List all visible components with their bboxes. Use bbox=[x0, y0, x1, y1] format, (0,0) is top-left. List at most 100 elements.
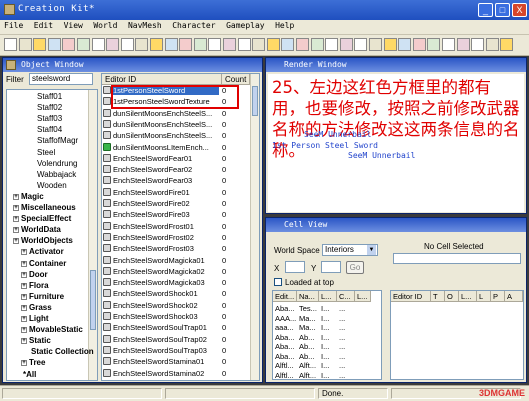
tree-item[interactable]: + Tree bbox=[21, 358, 45, 368]
grid-cell[interactable]: Ab... bbox=[299, 352, 319, 361]
tree-item[interactable]: + Furniture bbox=[21, 292, 64, 302]
grid-cell[interactable]: Aba... bbox=[275, 342, 297, 351]
toolbar-button-icon[interactable] bbox=[442, 38, 455, 51]
toolbar-button-icon[interactable] bbox=[237, 38, 251, 51]
toolbar-button-icon[interactable] bbox=[281, 38, 295, 51]
grid-cell[interactable]: I... bbox=[321, 352, 337, 361]
expand-icon[interactable]: + bbox=[13, 205, 19, 211]
tree-item[interactable]: Staff03 bbox=[37, 114, 62, 124]
column-header[interactable]: C... bbox=[337, 291, 355, 302]
grid-cell[interactable]: Ma... bbox=[299, 323, 319, 332]
list-item[interactable]: EnchSteelSwordFire02 0 bbox=[102, 199, 250, 208]
toolbar-button-icon[interactable] bbox=[296, 38, 309, 51]
toolbar-button-icon[interactable] bbox=[456, 38, 470, 51]
grid-cell[interactable]: aaa... bbox=[275, 323, 297, 332]
tree-item[interactable]: + MovableStatic bbox=[21, 325, 83, 335]
toolbar-button-icon[interactable] bbox=[33, 38, 47, 51]
grid-cell[interactable]: I... bbox=[321, 371, 337, 380]
expand-icon[interactable]: + bbox=[13, 227, 19, 234]
grid-cell[interactable]: Alft... bbox=[299, 371, 319, 380]
toolbar-button-icon[interactable] bbox=[106, 38, 120, 51]
grid-cell[interactable]: I... bbox=[321, 304, 337, 313]
x-input[interactable] bbox=[285, 261, 305, 273]
list-item[interactable]: EnchSteelSwordShock02 0 bbox=[102, 300, 250, 310]
list-item[interactable]: EnchSteelSwordSoulTrap01 0 bbox=[102, 323, 250, 332]
close-button[interactable]: X bbox=[512, 3, 527, 17]
tree-item[interactable]: Staff04 bbox=[37, 125, 62, 135]
expand-icon[interactable]: + bbox=[21, 260, 27, 267]
menu-help[interactable]: Help bbox=[271, 20, 298, 30]
list-item[interactable]: EnchSteelSwordStamina01 0 bbox=[102, 357, 250, 366]
toolbar-button-icon[interactable] bbox=[471, 38, 485, 51]
grid-cell[interactable]: ... bbox=[339, 323, 355, 332]
grid-cell[interactable]: Alftl... bbox=[275, 361, 297, 370]
list-item[interactable]: EnchSteelSwordFear01 0 bbox=[102, 153, 250, 163]
toolbar-button-icon[interactable] bbox=[339, 38, 353, 51]
toolbar-button-icon[interactable] bbox=[266, 38, 280, 51]
toolbar-button-icon[interactable] bbox=[91, 38, 105, 51]
list-item[interactable]: EnchSteelSwordMagicka02 0 bbox=[102, 266, 250, 276]
grid-cell[interactable]: ... bbox=[339, 342, 355, 351]
object-ref-list[interactable]: Editor ID T O L... L P A bbox=[390, 290, 524, 380]
tree-item[interactable]: + Activator bbox=[21, 247, 64, 257]
column-header[interactable]: P bbox=[491, 291, 505, 302]
loaded-at-top-checkbox[interactable] bbox=[274, 278, 282, 286]
tree-item[interactable]: + WorldObjects bbox=[13, 236, 73, 246]
tree-item[interactable]: Static Collection bbox=[21, 347, 94, 357]
column-header[interactable]: T bbox=[431, 291, 445, 302]
toolbar-button-icon[interactable] bbox=[164, 38, 178, 51]
column-header[interactable]: L... bbox=[459, 291, 477, 302]
expand-icon[interactable]: + bbox=[21, 327, 27, 334]
list-item[interactable]: EnchSteelSwordFire03 0 bbox=[102, 210, 250, 219]
grid-cell[interactable]: ... bbox=[339, 352, 355, 361]
grid-cell[interactable]: Tes... bbox=[299, 304, 319, 313]
tree-scroll-thumb[interactable] bbox=[90, 270, 96, 330]
toolbar-button-icon[interactable] bbox=[150, 38, 163, 51]
toolbar-button-icon[interactable] bbox=[325, 38, 339, 51]
column-editor-id[interactable]: Editor ID bbox=[102, 74, 222, 85]
list-item[interactable]: EnchSteelSwordFear03 0 bbox=[102, 176, 250, 185]
render-viewport[interactable]: 25、左边这红色方框里的都有用，也要修改，按照之前修改武器名称的方法修改这这两条… bbox=[268, 74, 524, 212]
expand-icon[interactable]: + bbox=[21, 316, 27, 322]
tree-item[interactable]: + Static bbox=[21, 336, 51, 346]
tree-item[interactable]: + WorldData bbox=[13, 225, 61, 235]
list-item[interactable]: EnchSteelSwordShock03 0 bbox=[102, 312, 250, 321]
list-item[interactable]: dunSilentMoonsEnchSteelS... 0 bbox=[102, 131, 250, 140]
tree-item[interactable]: + Container bbox=[21, 259, 66, 269]
list-item[interactable]: dunSilentMoonsEnchSteelS... 0 bbox=[102, 108, 250, 118]
toolbar-button-icon[interactable] bbox=[485, 38, 499, 51]
expand-icon[interactable]: + bbox=[13, 216, 19, 223]
grid-cell[interactable]: ... bbox=[339, 314, 355, 323]
toolbar-button-icon[interactable] bbox=[223, 38, 236, 51]
tree-item[interactable]: + Grass bbox=[21, 303, 52, 313]
y-input[interactable] bbox=[321, 261, 341, 273]
tree-item[interactable]: Volendrung bbox=[37, 159, 77, 169]
tree-scrollbar[interactable] bbox=[88, 90, 97, 380]
tree-item[interactable]: StaffofMagr bbox=[37, 136, 78, 146]
column-header[interactable]: L bbox=[477, 291, 491, 302]
filter-input[interactable]: steelsword bbox=[29, 73, 93, 85]
tree-item[interactable]: Wabbajack bbox=[37, 170, 76, 180]
tree-item[interactable]: + SpecialEffect bbox=[13, 214, 71, 224]
expand-icon[interactable]: + bbox=[21, 249, 27, 256]
tree-item[interactable]: Staff01 bbox=[37, 92, 62, 102]
list-item[interactable]: EnchSteelSwordFire01 0 bbox=[102, 187, 250, 197]
expand-icon[interactable]: + bbox=[21, 304, 27, 311]
expand-icon[interactable]: + bbox=[21, 360, 27, 367]
grid-cell[interactable]: I... bbox=[321, 323, 337, 332]
grid-cell[interactable]: Aba... bbox=[275, 304, 297, 313]
toolbar-button-icon[interactable] bbox=[208, 38, 222, 51]
toolbar-button-icon[interactable] bbox=[383, 38, 397, 51]
toolbar-button-icon[interactable] bbox=[77, 38, 90, 51]
toolbar-button-icon[interactable] bbox=[120, 38, 134, 51]
list-item[interactable]: EnchSteelSwordFrost03 0 bbox=[102, 244, 250, 253]
toolbar-button-icon[interactable] bbox=[4, 38, 17, 51]
tree-item[interactable]: *All bbox=[13, 370, 36, 380]
list-item[interactable]: EnchSteelSwordMagicka01 0 bbox=[102, 255, 250, 265]
grid-cell[interactable]: I... bbox=[321, 333, 337, 342]
grid-cell[interactable]: ... bbox=[339, 333, 355, 342]
column-header[interactable]: L... bbox=[319, 291, 337, 302]
chevron-down-icon[interactable]: ▼ bbox=[367, 245, 376, 255]
grid-cell[interactable]: I... bbox=[321, 361, 337, 370]
expand-icon[interactable]: + bbox=[21, 338, 27, 345]
